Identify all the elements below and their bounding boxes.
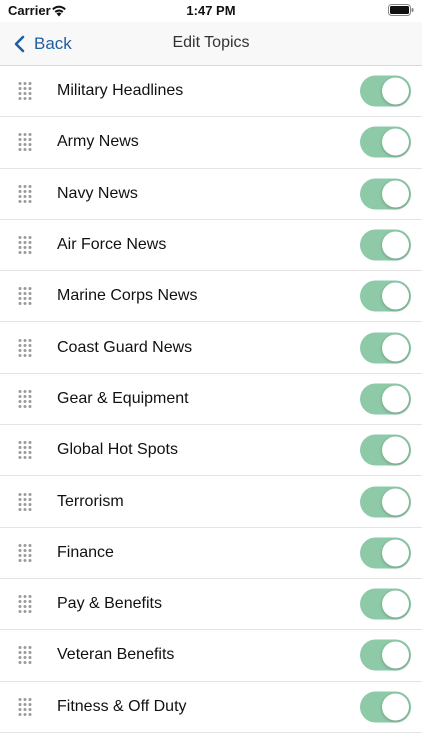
topic-toggle[interactable] [360, 434, 411, 466]
topic-toggle[interactable] [360, 280, 411, 312]
drag-handle-icon[interactable] [18, 338, 32, 358]
toggle-knob [382, 641, 409, 669]
drag-handle-icon[interactable] [18, 235, 32, 255]
battery-icon [388, 4, 414, 16]
drag-handle-icon[interactable] [18, 645, 32, 665]
drag-handle-icon[interactable] [18, 594, 32, 614]
topic-toggle[interactable] [360, 229, 411, 261]
topic-row: Veteran Benefits [0, 630, 422, 682]
topic-label: Fitness & Off Duty [57, 697, 187, 715]
topic-label: Veteran Benefits [57, 646, 175, 664]
topic-toggle[interactable] [360, 126, 411, 158]
topic-row: Global Hot Spots [0, 425, 422, 477]
drag-handle-icon[interactable] [18, 697, 32, 717]
drag-handle-icon[interactable] [18, 440, 32, 460]
drag-handle-icon[interactable] [18, 389, 32, 409]
topic-label: Marine Corps News [57, 287, 198, 305]
drag-handle-icon[interactable] [18, 543, 32, 563]
topic-label: Gear & Equipment [57, 389, 189, 407]
topic-row: Marine Corps News [0, 271, 422, 323]
toggle-knob [382, 77, 409, 105]
topic-toggle[interactable] [360, 332, 411, 364]
topic-row: Pay & Benefits [0, 579, 422, 631]
topic-toggle[interactable] [360, 588, 411, 620]
topic-toggle[interactable] [360, 486, 411, 518]
topic-label: Army News [57, 133, 139, 151]
drag-handle-icon[interactable] [18, 286, 32, 306]
topic-row: Army News [0, 117, 422, 169]
navigation-bar: Back Edit Topics [0, 22, 422, 66]
topic-label: Coast Guard News [57, 338, 193, 356]
topic-label: Terrorism [57, 492, 124, 510]
drag-handle-icon[interactable] [18, 492, 32, 512]
status-bar: Carrier 1:47 PM [0, 0, 422, 22]
toggle-knob [382, 539, 409, 567]
topic-label: Navy News [57, 184, 138, 202]
topic-toggle[interactable] [360, 691, 411, 723]
topic-row: Air Force News [0, 220, 422, 272]
toggle-knob [382, 436, 409, 464]
drag-handle-icon[interactable] [18, 132, 32, 152]
topic-label: Global Hot Spots [57, 441, 178, 459]
toggle-knob [382, 282, 409, 310]
topic-row: Navy News [0, 169, 422, 220]
topic-toggle[interactable] [360, 383, 411, 415]
toggle-knob [382, 334, 409, 362]
topic-label: Pay & Benefits [57, 595, 162, 613]
topic-toggle[interactable] [360, 75, 411, 107]
toggle-knob [382, 488, 409, 516]
topic-list: Military Headlines Army News Navy News Air … [0, 66, 422, 733]
toggle-knob [382, 231, 409, 259]
topic-row: Fitness & Off Duty [0, 682, 422, 733]
status-time: 1:47 PM [186, 3, 236, 18]
drag-handle-icon[interactable] [18, 81, 32, 101]
drag-handle-icon[interactable] [18, 184, 32, 204]
topic-toggle[interactable] [360, 639, 411, 671]
topic-row: Finance [0, 528, 422, 579]
toggle-knob [382, 590, 409, 618]
toggle-knob [382, 693, 409, 721]
topic-label: Military Headlines [57, 82, 184, 100]
topic-row: Terrorism [0, 476, 422, 528]
toggle-knob [382, 128, 409, 156]
topic-toggle[interactable] [360, 178, 411, 210]
topic-row: Coast Guard News [0, 322, 422, 374]
topic-row: Military Headlines [0, 66, 422, 118]
toggle-knob [382, 385, 409, 413]
page-title: Edit Topics [172, 34, 250, 51]
toggle-knob [382, 180, 409, 208]
topic-label: Air Force News [57, 236, 167, 254]
topic-toggle[interactable] [360, 537, 411, 569]
topic-label: Finance [57, 543, 114, 561]
topic-row: Gear & Equipment [0, 374, 422, 426]
